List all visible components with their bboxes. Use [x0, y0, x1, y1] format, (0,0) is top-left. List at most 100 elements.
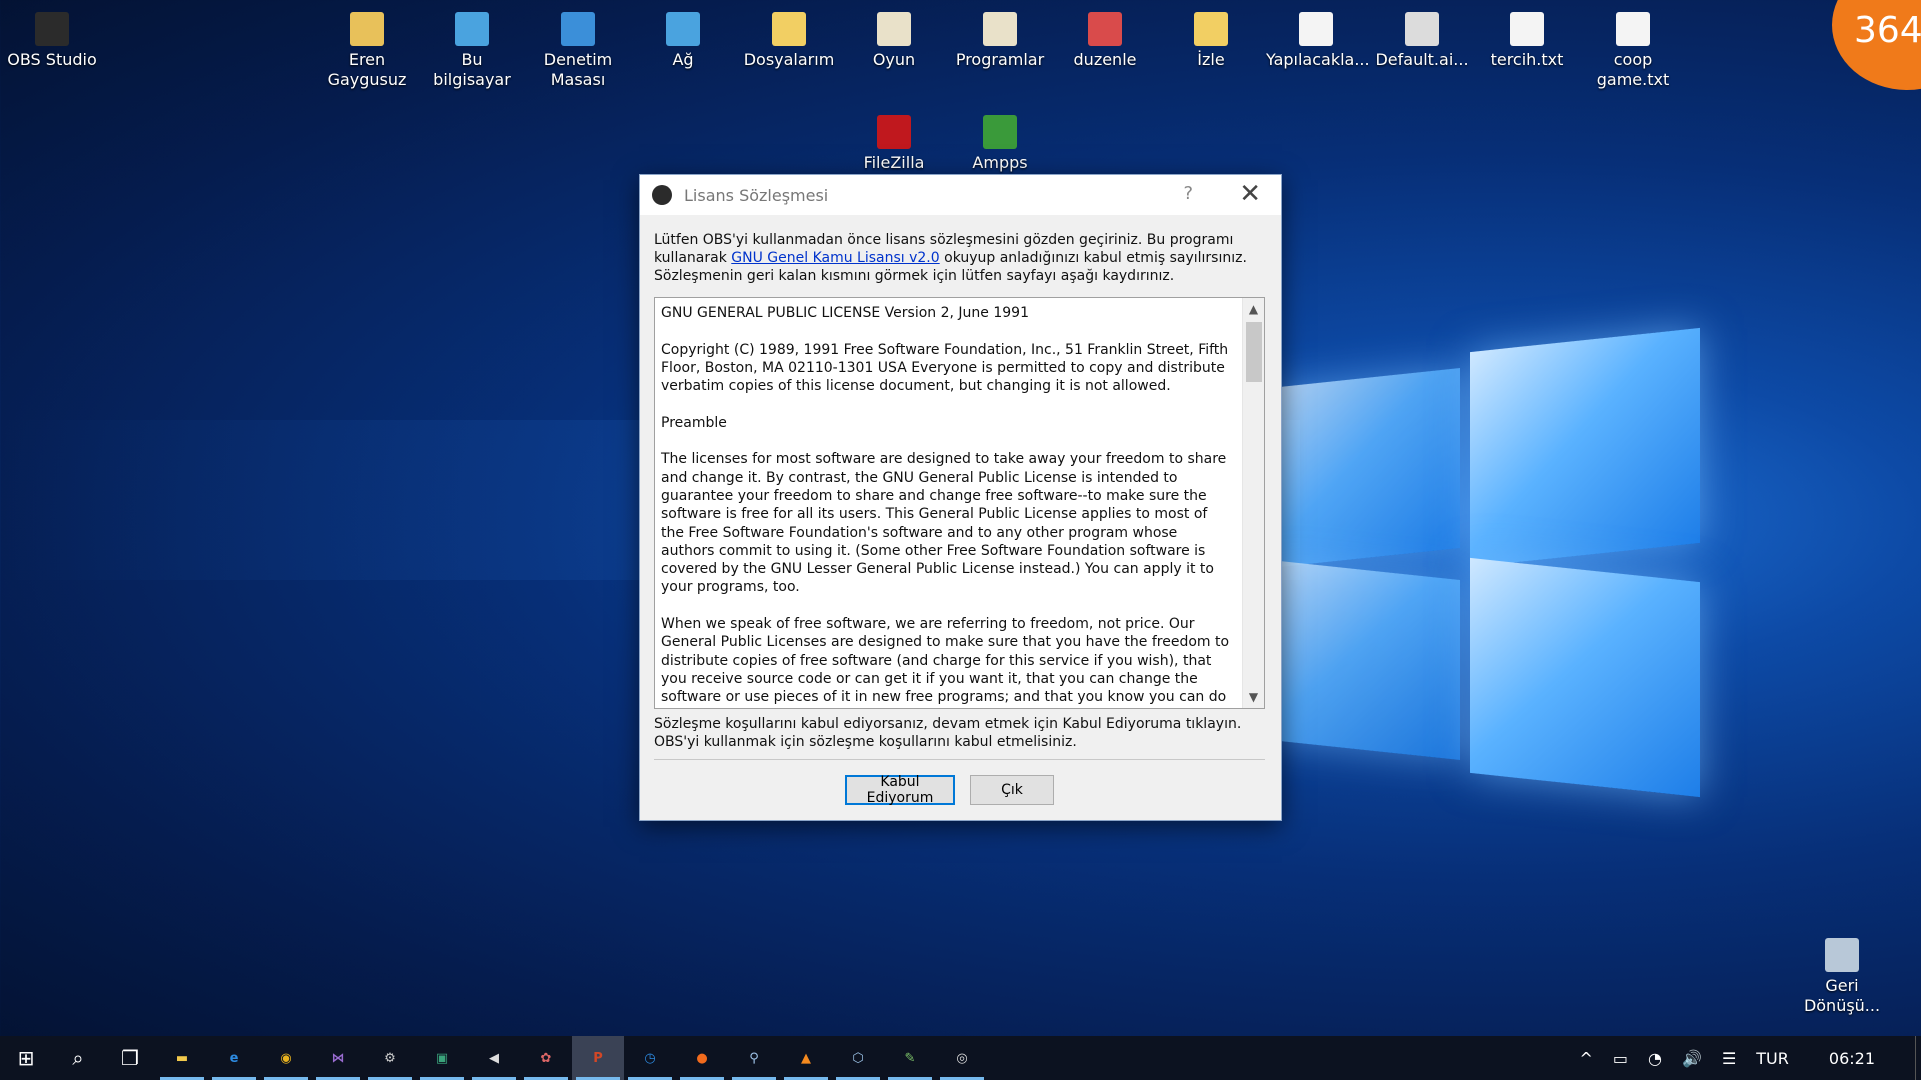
taskbar-button[interactable]: ✎ — [884, 1036, 936, 1080]
text-file-icon — [1299, 12, 1333, 46]
desktop-icon[interactable]: Denetim Masası — [528, 4, 628, 90]
desktop-icon[interactable]: Ampps — [950, 107, 1050, 173]
taskbar-button[interactable]: ⬡ — [832, 1036, 884, 1080]
desktop-icon[interactable]: duzenle — [1055, 4, 1155, 70]
taskbar-button[interactable]: ✿ — [520, 1036, 572, 1080]
footer-text: Sözleşme koşullarını kabul ediyorsanız, … — [654, 716, 1242, 750]
language-indicator[interactable]: TUR — [1746, 1049, 1799, 1068]
sql-icon: ⚙ — [384, 1050, 396, 1066]
obs-taskbar-icon: ◎ — [956, 1050, 968, 1066]
desktop-icon[interactable]: İzle — [1161, 4, 1261, 70]
desktop-icon[interactable]: Ağ — [633, 4, 733, 70]
obs-icon — [652, 185, 672, 205]
virtualbox-icon: ⬡ — [852, 1050, 864, 1066]
folder-icon — [772, 12, 806, 46]
network-icon — [666, 12, 700, 46]
taskbar-button[interactable]: ⚲ — [728, 1036, 780, 1080]
exit-button[interactable]: Çık — [970, 775, 1054, 805]
show-desktop-button[interactable] — [1915, 1036, 1921, 1080]
desktop-icon[interactable]: tercih.txt — [1477, 4, 1577, 70]
taskbar-button[interactable]: ◎ — [936, 1036, 988, 1080]
tray-chevron-icon[interactable]: ^ — [1570, 1049, 1603, 1068]
separator — [654, 759, 1265, 760]
origin-icon: ● — [696, 1050, 708, 1066]
search-icon: ⌕ — [72, 1046, 84, 1070]
file-explorer-icon: ▬ — [175, 1050, 189, 1066]
scroll-thumb[interactable] — [1246, 322, 1262, 382]
powerpoint-icon: P — [593, 1050, 603, 1066]
desktop-icon[interactable]: Yapılacakla... — [1266, 4, 1370, 70]
taskbar-button[interactable]: ⋈ — [312, 1036, 364, 1080]
taskbar-button[interactable]: ▬ — [156, 1036, 208, 1080]
desktop-icon-label: Dosyalarım — [743, 50, 835, 69]
desktop-icon-label: Geri Dönüşü... — [1803, 976, 1881, 1015]
license-paragraph: Copyright (C) 1989, 1991 Free Software F… — [661, 341, 1229, 395]
taskbar-button[interactable]: e — [208, 1036, 260, 1080]
scroll-up-icon[interactable]: ▲ — [1243, 298, 1264, 320]
taskbar-button[interactable]: ⌕ — [52, 1036, 104, 1080]
license-textbox[interactable]: GNU GENERAL PUBLIC LICENSE Version 2, Ju… — [654, 297, 1265, 709]
license-paragraph: When we speak of free software, we are r… — [661, 616, 1230, 708]
taskbar-button[interactable]: ⊞ — [0, 1036, 52, 1080]
desktop-icon-label: coop game.txt — [1596, 50, 1670, 89]
license-content: GNU GENERAL PUBLIC LICENSE Version 2, Ju… — [655, 298, 1264, 708]
desktop-icon[interactable]: Oyun — [844, 4, 944, 70]
desktop-icon-label: Denetim Masası — [543, 50, 613, 89]
desktop-icon-label: OBS Studio — [7, 50, 97, 69]
license-paragraph: Preamble — [661, 414, 727, 431]
desktop-icon-label: FileZilla — [863, 153, 925, 172]
taskbar-button[interactable]: P — [572, 1036, 624, 1080]
recycle-bin-icon — [1825, 938, 1859, 972]
help-button[interactable]: ? — [1183, 183, 1193, 204]
obs-icon — [35, 12, 69, 46]
computer-icon — [455, 12, 489, 46]
scroll-down-icon[interactable]: ▼ — [1243, 686, 1264, 708]
dialog-titlebar[interactable]: Lisans Sözleşmesi ? ✕ — [640, 175, 1281, 215]
desktop-icon[interactable]: Bu bilgisayar — [422, 4, 522, 90]
license-dialog: Lisans Sözleşmesi ? ✕ Lütfen OBS'yi kull… — [639, 174, 1282, 821]
desktop-icon[interactable]: Dosyalarım — [739, 4, 839, 70]
desktop-icon-label: tercih.txt — [1490, 50, 1564, 69]
scrollbar[interactable]: ▲ ▼ — [1242, 298, 1264, 708]
text-file-icon — [1616, 12, 1650, 46]
desktop-icon[interactable]: Geri Dönüşü... — [1792, 930, 1892, 1016]
taskbar-button[interactable]: ⚙ — [364, 1036, 416, 1080]
taskbar-button[interactable]: ◉ — [260, 1036, 312, 1080]
close-button[interactable]: ✕ — [1239, 179, 1261, 209]
license-paragraph: The licenses for most software are desig… — [661, 451, 1227, 596]
desktop-icon[interactable]: Programlar — [950, 4, 1050, 70]
ampps-icon — [983, 115, 1017, 149]
taskbar-button[interactable]: ● — [676, 1036, 728, 1080]
vlc-icon: ▲ — [801, 1050, 811, 1066]
taskbar-button[interactable]: ▣ — [416, 1036, 468, 1080]
desktop-icon-label: Default.ai... — [1375, 50, 1469, 69]
steam-icon: ⚲ — [749, 1050, 759, 1066]
counter-badge: 364 — [1832, 0, 1921, 90]
system-tray: ^ ▭ ◔ 🔊 ☰ TUR 06:21 — [1570, 1036, 1921, 1080]
desktop-icon[interactable]: FileZilla — [844, 107, 944, 173]
dialog-title: Lisans Sözleşmesi — [684, 185, 829, 205]
desktop-icon-label: Ampps — [972, 153, 1028, 172]
app-icon: ✿ — [540, 1050, 552, 1066]
taskbar-button[interactable]: ▲ — [780, 1036, 832, 1080]
desktop-icon[interactable]: Eren Gaygusuz — [317, 4, 417, 90]
sublime-icon: ▣ — [435, 1050, 449, 1066]
accept-button[interactable]: Kabul Ediyorum — [845, 774, 955, 806]
taskbar-apps: ⊞ ⌕ ❐ ▬ e ◉ ⋈ ⚙ ▣ ◀ ✿ P ◷ ● ⚲ ▲ ⬡ ✎ ◎ — [0, 1036, 988, 1080]
volume-icon[interactable]: 🔊 — [1672, 1049, 1712, 1068]
license-paragraph: GNU GENERAL PUBLIC LICENSE Version 2, Ju… — [661, 305, 1029, 321]
desktop-icon[interactable]: Default.ai... — [1372, 4, 1472, 70]
task-view-icon: ❐ — [121, 1046, 139, 1070]
taskbar-button[interactable]: ❐ — [104, 1036, 156, 1080]
archive-icon — [983, 12, 1017, 46]
clock[interactable]: 06:21 — [1799, 1049, 1915, 1068]
notifications-icon[interactable]: ☰ — [1712, 1049, 1746, 1068]
desktop-icon-label: İzle — [1197, 50, 1225, 69]
battery-icon[interactable]: ▭ — [1603, 1049, 1638, 1068]
desktop-icon[interactable]: coop game.txt — [1583, 4, 1683, 90]
taskbar-button[interactable]: ◷ — [624, 1036, 676, 1080]
taskbar-button[interactable]: ◀ — [468, 1036, 520, 1080]
license-link[interactable]: GNU Genel Kamu Lisansı v2.0 — [731, 250, 939, 266]
wifi-icon[interactable]: ◔ — [1638, 1049, 1672, 1068]
desktop-icon[interactable]: OBS Studio — [2, 4, 102, 70]
